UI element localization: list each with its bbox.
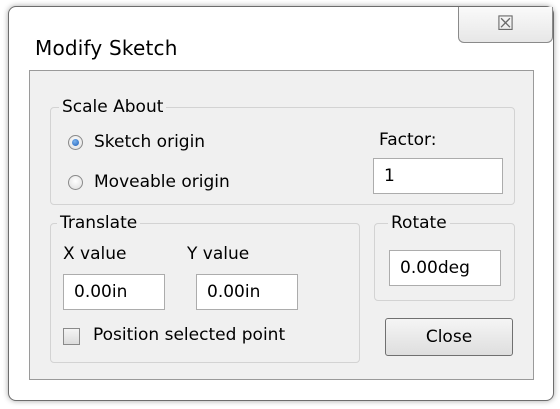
sketch-origin-label[interactable]: Sketch origin [94,132,205,152]
sketch-origin-radio[interactable] [68,135,83,150]
rotate-group: Rotate 0.00deg [374,213,515,301]
modify-sketch-dialog: Modify Sketch ☒ Scale About Sketch origi… [8,6,554,401]
rotate-input[interactable]: 0.00deg [389,250,501,286]
position-selected-point-label[interactable]: Position selected point [93,325,285,345]
rotate-legend: Rotate [388,213,450,233]
translate-group: Translate X value Y value 0.00in 0.00in … [50,213,360,363]
close-icon: ☒ [496,11,515,35]
y-value-input[interactable]: 0.00in [196,274,298,310]
scale-about-group: Scale About Sketch origin Moveable origi… [50,97,515,205]
y-value-label: Y value [187,244,250,264]
moveable-origin-radio[interactable] [68,175,83,190]
scale-about-legend: Scale About [59,97,167,117]
close-button[interactable]: Close [385,318,513,356]
dialog-title: Modify Sketch [35,36,178,60]
x-value-input[interactable]: 0.00in [63,274,165,310]
x-value-label: X value [63,244,127,264]
dialog-client-area: Scale About Sketch origin Moveable origi… [29,70,534,380]
moveable-origin-label[interactable]: Moveable origin [94,172,230,192]
factor-label: Factor: [379,130,437,150]
translate-legend: Translate [57,213,141,233]
window-close-button[interactable]: ☒ [458,7,553,43]
position-selected-point-checkbox[interactable] [63,328,80,345]
factor-input[interactable]: 1 [373,158,503,194]
